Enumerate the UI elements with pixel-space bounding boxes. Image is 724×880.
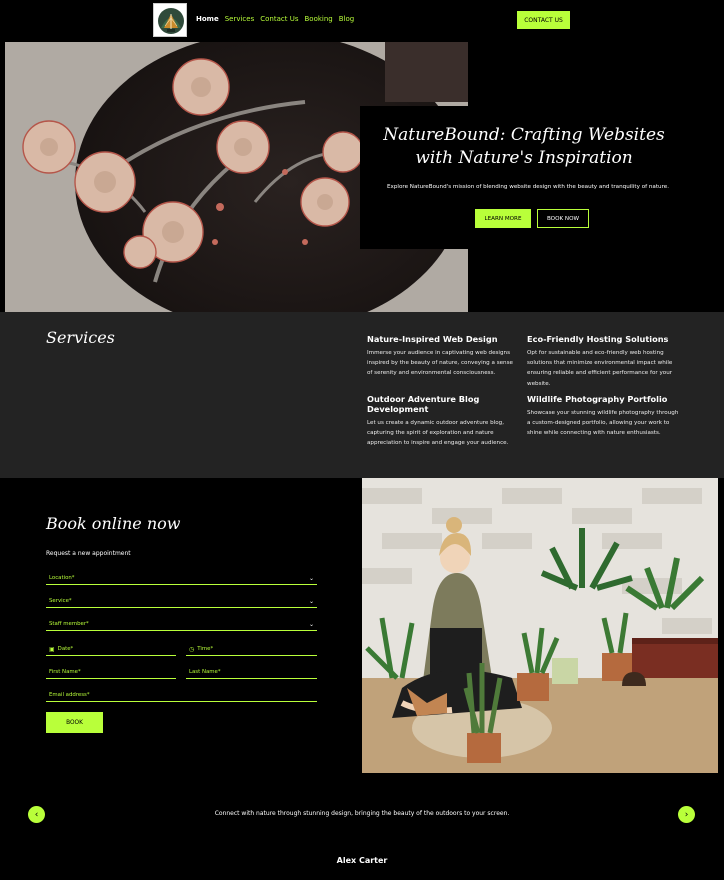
- location-label: Location*: [49, 575, 75, 581]
- service-description: Let us create a dynamic outdoor adventur…: [367, 420, 509, 447]
- service-select[interactable]: Service* ⌄: [46, 595, 317, 608]
- email-label: Email address*: [49, 692, 90, 698]
- service-title: Eco-Friendly Hosting Solutions: [527, 334, 669, 344]
- chevron-left-icon[interactable]: ‹: [28, 806, 45, 823]
- time-label: Time*: [197, 646, 214, 652]
- time-field[interactable]: ◷ Time*: [186, 643, 317, 656]
- booking-subtitle: Request a new appointment: [46, 550, 131, 557]
- chevron-down-icon: ⌄: [308, 620, 314, 628]
- hero-subtitle: Explore NatureBound's mission of blendin…: [387, 184, 669, 190]
- learn-more-button[interactable]: LEARN MORE: [475, 209, 531, 228]
- contact-us-button[interactable]: CONTACT US: [517, 11, 570, 29]
- hero-title: NatureBound: Crafting Websites with Natu…: [383, 125, 665, 168]
- testimonial-quote: Connect with nature through stunning des…: [214, 810, 510, 817]
- date-label: Date*: [57, 646, 74, 652]
- booking-title: Book online now: [46, 514, 181, 533]
- chevron-down-icon: ⌄: [308, 597, 314, 605]
- email-field[interactable]: Email address*: [46, 689, 317, 702]
- nav-blog-link[interactable]: Blog: [339, 15, 354, 23]
- service-item: Outdoor Adventure Blog Development Let u…: [367, 394, 519, 449]
- book-now-button[interactable]: BOOK NOW: [537, 209, 589, 228]
- service-title: Wildlife Photography Portfolio: [527, 394, 668, 404]
- nav-services-link[interactable]: Services: [225, 15, 255, 23]
- hero-section: NatureBound: Crafting Websites with Natu…: [0, 42, 724, 312]
- service-item: Eco-Friendly Hosting Solutions Opt for s…: [527, 334, 679, 389]
- date-field[interactable]: ▣ Date*: [46, 643, 176, 656]
- clock-icon: ◷: [189, 645, 195, 653]
- service-description: Showcase your stunning wildlife photogra…: [527, 410, 679, 437]
- nav-contact-link[interactable]: Contact Us: [260, 15, 298, 23]
- calendar-icon: ▣: [49, 645, 55, 653]
- location-select[interactable]: Location* ⌄: [46, 572, 317, 585]
- chevron-right-icon[interactable]: ›: [678, 806, 695, 823]
- service-description: Immerse your audience in captivating web…: [367, 350, 513, 377]
- last-name-field[interactable]: Last Name*: [186, 666, 317, 679]
- services-title: Services: [46, 328, 115, 347]
- nav-links: Home Services Contact Us Booking Blog: [196, 15, 354, 23]
- service-label: Service*: [49, 598, 72, 604]
- service-description: Opt for sustainable and eco-friendly web…: [527, 350, 673, 387]
- services-section: Services Nature-Inspired Web Design Imme…: [0, 312, 724, 478]
- nav-booking-link[interactable]: Booking: [304, 15, 332, 23]
- first-name-label: First Name*: [49, 669, 81, 675]
- last-name-label: Last Name*: [189, 669, 221, 675]
- chevron-down-icon: ⌄: [308, 574, 314, 582]
- first-name-field[interactable]: First Name*: [46, 666, 176, 679]
- gardener-plants-image: [362, 478, 718, 773]
- service-item: Nature-Inspired Web Design Immerse your …: [367, 334, 519, 379]
- testimonial-author: Alex Carter: [336, 856, 388, 865]
- service-title: Nature-Inspired Web Design: [367, 334, 498, 344]
- book-submit-button[interactable]: BOOK: [46, 712, 103, 733]
- service-title: Outdoor Adventure Blog Development: [367, 394, 480, 414]
- site-logo[interactable]: [153, 3, 187, 37]
- booking-section: Book online now Request a new appointmen…: [0, 478, 724, 773]
- service-item: Wildlife Photography Portfolio Showcase …: [527, 394, 679, 439]
- hero-card: NatureBound: Crafting Websites with Natu…: [360, 106, 688, 249]
- testimonial-section: ‹ Connect with nature through stunning d…: [0, 773, 724, 880]
- top-nav: Home Services Contact Us Booking Blog CO…: [0, 0, 724, 42]
- staff-select[interactable]: Staff member* ⌄: [46, 618, 317, 631]
- nav-home-link[interactable]: Home: [196, 15, 219, 23]
- staff-label: Staff member*: [49, 621, 89, 627]
